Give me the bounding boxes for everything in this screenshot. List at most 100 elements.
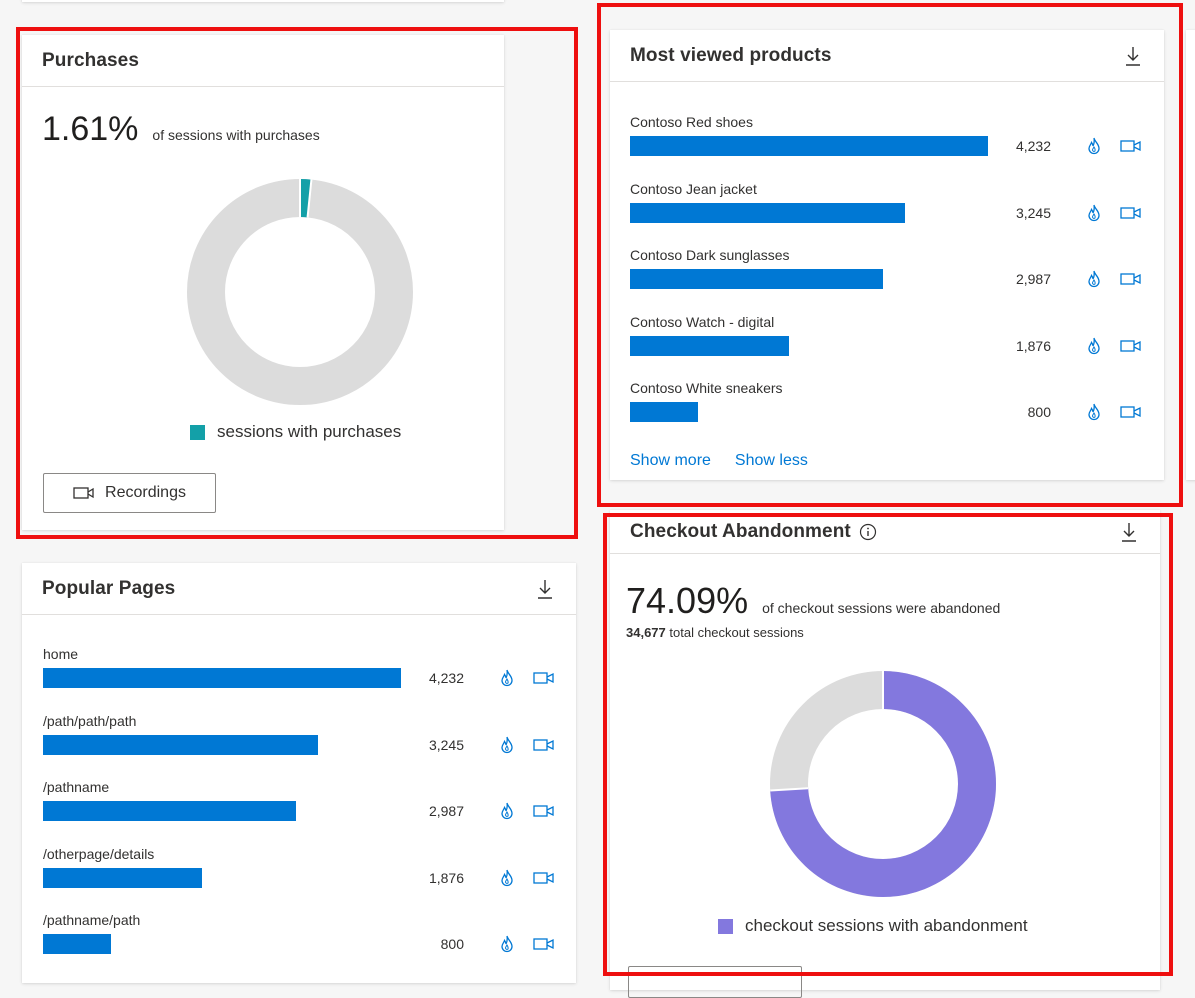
product-value: 1,876 [1015, 337, 1051, 354]
heatmap-flame-icon[interactable] [1082, 334, 1106, 358]
info-icon[interactable] [859, 523, 877, 541]
purchases-caption: of sessions with purchases [152, 127, 320, 143]
product-label: Contoso Red shoes [630, 114, 753, 130]
product-row: Contoso Red shoes 4,232 [630, 114, 1144, 180]
checkout-header: Checkout Abandonment [610, 510, 1160, 554]
checkout-metric: 74.09% of checkout sessions were abandon… [626, 580, 1000, 622]
heatmap-flame-icon[interactable] [1082, 134, 1106, 158]
heatmap-flame-icon[interactable] [1082, 400, 1106, 424]
product-row: Contoso White sneakers 800 [630, 380, 1144, 446]
recording-camera-icon[interactable] [1119, 134, 1143, 158]
product-value: 800 [1027, 404, 1051, 420]
products-header: Most viewed products [610, 30, 1164, 82]
checkout-title: Checkout Abandonment [630, 520, 851, 542]
page-bar[interactable] [43, 801, 296, 821]
page-bar[interactable] [43, 668, 401, 688]
pages-title: Popular Pages [42, 577, 176, 599]
cropped-card-top-left [22, 0, 504, 2]
page-label: /pathname/path [43, 912, 141, 928]
page-value: 1,876 [428, 869, 464, 886]
recording-camera-icon[interactable] [532, 799, 556, 823]
products-title: Most viewed products [630, 44, 832, 66]
checkout-percent: 74.09% [626, 580, 749, 621]
purchases-legend: sessions with purchases [190, 422, 401, 442]
page-label: home [43, 646, 79, 662]
page-label: /path/path/path [43, 712, 137, 729]
checkout-download-icon[interactable] [1118, 520, 1140, 544]
checkout-legend: checkout sessions with abandonment [718, 916, 1028, 936]
page-value: 2,987 [428, 803, 464, 819]
page-row: home 4,232 [43, 646, 557, 712]
product-bar[interactable] [630, 202, 905, 223]
purchases-donut-chart [187, 179, 413, 405]
products-card: Most viewed products Contoso Red shoes 4,… [610, 30, 1164, 480]
pages-header: Popular Pages [22, 563, 576, 615]
product-bar[interactable] [630, 136, 988, 156]
product-value: 4,232 [1015, 138, 1051, 154]
page-bar[interactable] [43, 934, 111, 954]
product-bar[interactable] [630, 402, 698, 422]
pages-card: Popular Pages home 4,232/path/path/path 3,… [22, 563, 576, 983]
page-label: /otherpage/details [43, 845, 155, 862]
product-label: Contoso Dark sunglasses [630, 247, 790, 263]
purchases-card: Purchases 1.61% of sessions with purchas… [22, 35, 504, 530]
recording-camera-icon[interactable] [532, 866, 556, 890]
product-value: 2,987 [1015, 271, 1051, 287]
checkout-legend-label: checkout sessions with abandonment [745, 916, 1028, 935]
page-row: /pathname/path 800 [43, 912, 557, 978]
recording-camera-icon[interactable] [532, 666, 556, 690]
page-label: /pathname [43, 779, 110, 795]
products-pagination: Show more Show less [630, 452, 808, 470]
product-bar[interactable] [630, 269, 883, 289]
heatmap-flame-icon[interactable] [1082, 267, 1106, 291]
purchases-legend-swatch [190, 424, 205, 440]
purchases-metric: 1.61% of sessions with purchases [42, 110, 320, 149]
cropped-card-right [1186, 30, 1195, 480]
recording-camera-icon[interactable] [1119, 334, 1143, 358]
pages-download-icon[interactable] [534, 577, 556, 601]
purchases-legend-label: sessions with purchases [217, 422, 402, 441]
recordings-label: Recordings [105, 484, 186, 501]
heatmap-flame-icon[interactable] [1082, 201, 1106, 225]
page-value: 800 [440, 936, 464, 952]
products-list: Contoso Red shoes 4,232 Contoso Jean jacke… [630, 114, 1144, 454]
recordings-button[interactable]: Recordings [43, 473, 216, 513]
purchases-donut-remaining-segment [187, 179, 413, 405]
heatmap-flame-icon[interactable] [495, 866, 519, 890]
product-row: Contoso Dark sunglasses 2,987 [630, 247, 1144, 313]
checkout-legend-swatch [718, 918, 733, 934]
purchases-title: Purchases [42, 49, 140, 71]
checkout-total: 34,677 total checkout sessions [626, 625, 804, 640]
checkout-card: Checkout Abandonment 74.09% of checkout … [610, 510, 1160, 998]
page-row: /pathname 2,987 [43, 779, 557, 845]
recording-camera-icon[interactable] [1119, 201, 1143, 225]
heatmap-flame-icon[interactable] [495, 799, 519, 823]
recording-camera-icon[interactable] [1119, 267, 1143, 291]
product-value: 3,245 [1015, 204, 1051, 221]
product-bar[interactable] [630, 335, 789, 356]
checkout-title-group: Checkout Abandonment [630, 521, 877, 543]
show-more-link[interactable]: Show more [630, 452, 711, 470]
heatmap-flame-icon[interactable] [495, 666, 519, 690]
checkout-caption: of checkout sessions were abandoned [762, 600, 1001, 616]
products-download-icon[interactable] [1122, 44, 1144, 68]
checkout-total-label: total checkout sessions [669, 625, 804, 640]
product-row: Contoso Jean jacket 3,245 [630, 181, 1144, 247]
recording-camera-icon[interactable] [532, 932, 556, 956]
page-value: 3,245 [428, 736, 464, 753]
product-row: Contoso Watch - digital 1,876 [630, 314, 1144, 380]
recording-camera-icon[interactable] [1119, 400, 1143, 424]
page-row: /otherpage/details 1,876 [43, 846, 557, 912]
show-less-link[interactable]: Show less [735, 452, 808, 470]
checkout-cropped-button[interactable] [628, 966, 802, 998]
heatmap-flame-icon[interactable] [495, 932, 519, 956]
pages-list: home 4,232/path/path/path 3,245/pathname 2,… [43, 646, 557, 986]
page-bar[interactable] [43, 734, 318, 755]
page-value: 4,232 [428, 670, 464, 686]
checkout-donut-chart [770, 671, 996, 897]
page-row: /path/path/path 3,245 [43, 713, 557, 779]
heatmap-flame-icon[interactable] [495, 733, 519, 757]
page-bar[interactable] [43, 867, 202, 888]
checkout-total-count: 34,677 [626, 625, 666, 640]
recording-camera-icon[interactable] [532, 733, 556, 757]
